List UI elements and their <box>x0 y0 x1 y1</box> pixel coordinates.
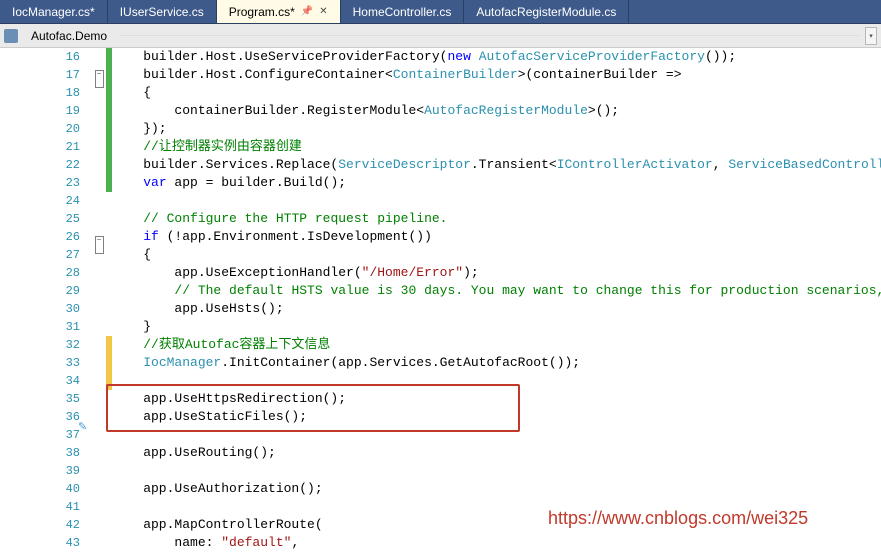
code-line[interactable]: app.UseHttpsRedirection(); <box>112 390 881 408</box>
line-number: 25 <box>0 210 80 228</box>
watermark-link: https://www.cnblogs.com/wei325 <box>548 508 808 529</box>
line-number: 21 <box>0 138 80 156</box>
code-line[interactable]: { <box>112 84 881 102</box>
line-number: 16 <box>0 48 80 66</box>
code-line[interactable]: app.UseRouting(); <box>112 444 881 462</box>
line-number: 26 <box>0 228 80 246</box>
line-number: 32 <box>0 336 80 354</box>
project-icon <box>4 29 18 43</box>
tab-bar: IocManager.cs*IUserService.csProgram.cs*… <box>0 0 881 24</box>
line-number: 34 <box>0 372 80 390</box>
edit-marker-icon: ✎ <box>78 420 87 434</box>
code-editor[interactable]: 1617181920212223242526272829303132333435… <box>0 48 881 551</box>
code-line[interactable]: builder.Services.Replace(ServiceDescript… <box>112 156 881 174</box>
code-line[interactable]: name: "default", <box>112 534 881 551</box>
fold-toggle[interactable]: − <box>95 236 104 254</box>
line-number: 40 <box>0 480 80 498</box>
code-line[interactable]: app.UseHsts(); <box>112 300 881 318</box>
code-line[interactable]: //获取Autofac容器上下文信息 <box>112 336 881 354</box>
line-number: 37 <box>0 426 80 444</box>
code-line[interactable]: app.UseStaticFiles(); <box>112 408 881 426</box>
code-line[interactable] <box>112 462 881 480</box>
line-number: 38 <box>0 444 80 462</box>
code-line[interactable]: builder.Host.ConfigureContainer<Containe… <box>112 66 881 84</box>
fold-column: −− <box>92 48 106 551</box>
fold-toggle[interactable]: − <box>95 70 104 88</box>
file-tab[interactable]: AutofacRegisterModule.cs <box>464 0 629 23</box>
breadcrumb-bar: Autofac.Demo ▾ <box>0 24 881 48</box>
line-number: 17 <box>0 66 80 84</box>
line-number: 42 <box>0 516 80 534</box>
line-number: 41 <box>0 498 80 516</box>
file-tab[interactable]: HomeController.cs <box>341 0 465 23</box>
code-line[interactable]: app.UseAuthorization(); <box>112 480 881 498</box>
line-number: 31 <box>0 318 80 336</box>
code-line[interactable]: { <box>112 246 881 264</box>
pin-icon[interactable]: 📌 <box>301 6 313 17</box>
code-body[interactable]: builder.Host.UseServiceProviderFactory(n… <box>112 48 881 551</box>
code-line[interactable]: IocManager.InitContainer(app.Services.Ge… <box>112 354 881 372</box>
line-number: 30 <box>0 300 80 318</box>
code-line[interactable]: // The default HSTS value is 30 days. Yo… <box>112 282 881 300</box>
code-line[interactable]: //让控制器实例由容器创建 <box>112 138 881 156</box>
line-number: 24 <box>0 192 80 210</box>
line-number-gutter: 1617181920212223242526272829303132333435… <box>0 48 92 551</box>
line-number: 19 <box>0 102 80 120</box>
code-line[interactable] <box>112 426 881 444</box>
code-line[interactable]: builder.Host.UseServiceProviderFactory(n… <box>112 48 881 66</box>
close-icon[interactable]: ✕ <box>319 6 327 17</box>
code-line[interactable]: containerBuilder.RegisterModule<AutofacR… <box>112 102 881 120</box>
code-line[interactable]: }); <box>112 120 881 138</box>
file-tab[interactable]: IUserService.cs <box>108 0 217 23</box>
file-tab[interactable]: IocManager.cs* <box>0 0 108 23</box>
context-dropdown[interactable]: ▾ <box>865 27 877 45</box>
code-line[interactable] <box>112 192 881 210</box>
line-number: 39 <box>0 462 80 480</box>
line-number: 36 <box>0 408 80 426</box>
line-number: 27 <box>0 246 80 264</box>
code-line[interactable]: } <box>112 318 881 336</box>
line-number: 28 <box>0 264 80 282</box>
line-number: 20 <box>0 120 80 138</box>
line-number: 29 <box>0 282 80 300</box>
line-number: 18 <box>0 84 80 102</box>
code-line[interactable]: // Configure the HTTP request pipeline. <box>112 210 881 228</box>
line-number: 35 <box>0 390 80 408</box>
code-line[interactable] <box>112 372 881 390</box>
line-number: 33 <box>0 354 80 372</box>
file-tab[interactable]: Program.cs*📌✕ <box>217 0 341 23</box>
line-number: 23 <box>0 174 80 192</box>
code-line[interactable]: if (!app.Environment.IsDevelopment()) <box>112 228 881 246</box>
namespace-context[interactable]: Autofac.Demo <box>24 27 114 45</box>
line-number: 22 <box>0 156 80 174</box>
line-number: 43 <box>0 534 80 552</box>
code-line[interactable]: app.UseExceptionHandler("/Home/Error"); <box>112 264 881 282</box>
code-line[interactable]: var app = builder.Build(); <box>112 174 881 192</box>
